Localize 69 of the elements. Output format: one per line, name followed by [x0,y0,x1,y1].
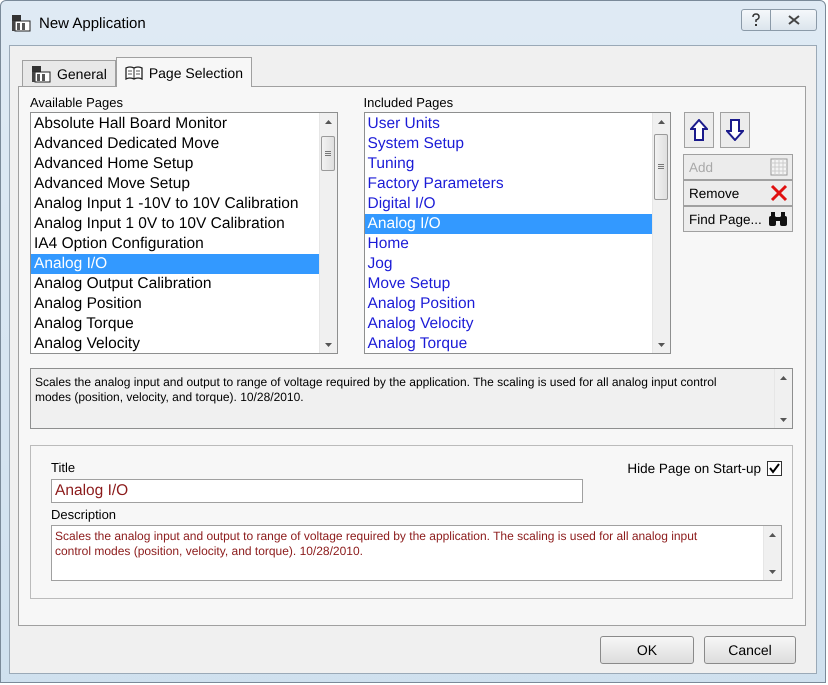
tab[interactable]: General [22,60,116,86]
window-title: New Application [39,14,146,32]
scroll-thumb[interactable] [320,136,334,171]
tab[interactable]: Page Selection [116,57,252,87]
down-arrow-icon [726,119,744,141]
summary-text: Scales the analog input and output to range of voltage required by the application. The scaling is used for all analog input control modes (position, velocity, and torque). 10/28/2010. [34,374,718,406]
list-item[interactable]: Digital I/O [364,194,652,214]
list-item[interactable]: User Units [364,114,652,134]
list-item[interactable]: Home [364,234,652,254]
building-icon [31,64,51,82]
list-item[interactable]: Jog [364,254,652,274]
help-button[interactable] [741,9,771,31]
scrollbar[interactable] [318,113,336,353]
side-button[interactable]: Remove [683,180,793,206]
scroll-up-icon [780,376,787,380]
close-button[interactable] [771,9,817,31]
dialog-button[interactable]: OK [600,636,694,664]
description-text: Scales the analog input and output to range of voltage required by the application. The scaling is used for all analog input control modes (position, velocity, and torque). 10/28/2010. [54,528,698,560]
list-item[interactable]: System Setup [364,134,652,154]
grid-icon [770,158,788,176]
side-button[interactable]: Find Page... [683,206,793,232]
list-item[interactable]: Factory Parameters [364,174,652,194]
x-icon [770,184,788,202]
dialog-button[interactable]: Cancel [704,636,796,664]
grip-icon [324,150,330,156]
move-up-button[interactable] [684,112,714,148]
list-label: Available Pages [30,95,124,110]
grip-icon [658,164,664,170]
list-item[interactable]: Analog Velocity [31,334,318,353]
checkbox-label: Hide Page on Start-up [627,461,761,476]
scroll-down-icon [658,342,665,346]
up-arrow-icon [690,119,708,141]
scroll-down-icon [780,418,787,422]
description-field[interactable]: Scales the analog input and output to range of voltage required by the application. The scaling is used for all analog input control modes (position, velocity, and torque). 10/28/2010. [51,525,782,581]
list-item[interactable]: Absolute Hall Board Monitor [31,114,318,134]
scroll-down-icon [324,342,332,346]
list-item[interactable]: Analog Input 1 -10V to 10V Calibration [31,194,318,214]
scrollbar[interactable] [763,526,781,580]
list-item[interactable]: Analog Torque [364,334,652,353]
list-item[interactable]: Tuning [364,154,652,174]
field-label: Description [51,507,118,522]
list-item[interactable]: Advanced Move Setup [31,174,318,194]
list-item[interactable]: Analog Output Calibration [31,274,318,294]
list-item[interactable]: Move Setup [364,274,652,294]
list-item[interactable]: Analog Input 1 0V to 10V Calibration [31,214,318,234]
check-icon [769,463,780,474]
scroll-up-icon [324,120,332,124]
list-item[interactable]: Analog Velocity [364,314,652,334]
list-item[interactable]: IA4 Option Configuration [31,234,318,254]
scroll-thumb[interactable] [654,134,668,200]
scroll-down-icon [769,570,776,574]
list-item[interactable]: Advanced Dedicated Move [31,134,318,154]
scroll-up-icon [769,532,776,536]
list-item[interactable]: Analog Torque [31,314,318,334]
scroll-up-icon [658,120,665,124]
close-icon [788,15,800,25]
field-label: Title [51,460,76,475]
help-icon [751,13,761,27]
title-field[interactable]: Analog I/O [51,479,583,503]
list-item[interactable]: Analog Position [31,294,318,314]
move-down-button[interactable] [720,112,750,148]
binoculars-icon [768,211,788,227]
checkbox[interactable] [767,461,782,476]
list-label: Included Pages [364,95,454,110]
list-item[interactable]: Analog Position [364,294,652,314]
list-item[interactable]: Advanced Home Setup [31,154,318,174]
building-icon [11,14,31,32]
book-icon [124,64,143,80]
scrollbar[interactable] [652,113,670,353]
